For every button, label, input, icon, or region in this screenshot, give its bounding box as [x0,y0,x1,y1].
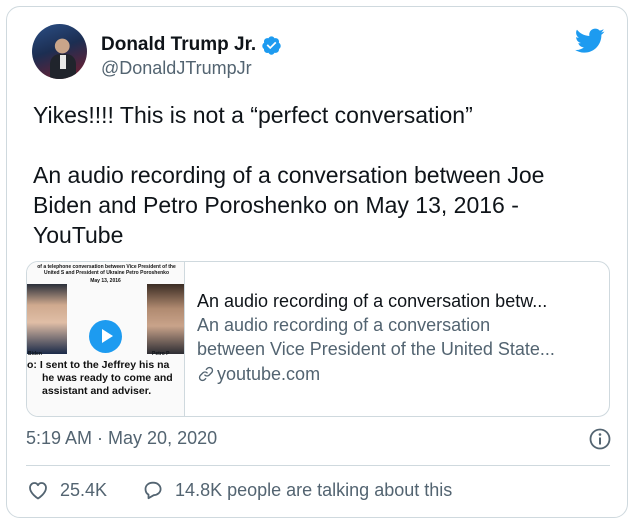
like-count: 25.4K [60,479,108,500]
thumbnail-label-right: Petro P [152,351,170,357]
author-name[interactable]: Donald Trump Jr. [101,34,256,56]
quote-line: o: I sent to the Jeffrey his na [27,359,170,371]
photo-left [27,284,67,354]
video-thumbnail[interactable]: of a telephone conversation between Vice… [27,262,185,416]
divider [26,465,610,466]
link-icon [198,366,214,382]
tweet-line: Biden and Petro Poroshenko on May 13, 20… [33,192,519,218]
tweet-line: YouTube [33,222,124,248]
tweet-line: An audio recording of a conversation bet… [33,162,545,188]
link-domain[interactable]: youtube.com [197,362,607,386]
avatar[interactable] [32,24,87,79]
thumbnail-label-left: Biden [28,351,42,357]
tweet-actions: 25.4K 14.8K people are talking about thi… [26,478,452,502]
reply-icon [144,481,162,500]
twitter-bird-icon[interactable] [575,28,605,54]
tweet-timestamp[interactable]: 5:19 AM · May 20, 2020 [26,428,217,449]
link-preview-card[interactable]: of a telephone conversation between Vice… [26,261,610,417]
link-info[interactable]: An audio recording of a conversation bet… [185,262,607,416]
link-description: An audio recording of a conversation bet… [197,313,607,361]
photo-right [147,284,184,354]
author-handle[interactable]: @DonaldJTrumpJr [101,58,252,79]
thumbnail-quote: o: I sent to the Jeffrey his na he was r… [27,359,184,398]
link-description-line: An audio recording of a conversation [197,315,491,335]
play-icon[interactable] [89,320,122,353]
author-name-row[interactable]: Donald Trump Jr. [101,34,282,56]
quote-line: assistant and adviser. [42,385,152,397]
info-icon[interactable] [588,427,612,451]
link-title[interactable]: An audio recording of a conversation bet… [197,289,607,313]
thumbnail-header: of a telephone conversation between Vice… [37,264,176,276]
heart-icon [29,482,47,500]
quote-line: he was ready to come and [42,372,173,384]
link-domain-text: youtube.com [217,364,321,384]
tweet-text: Yikes!!!! This is not a “perfect convers… [33,100,623,250]
conversation-button[interactable]: 14.8K people are talking about this [141,478,452,502]
talking-count: 14.8K people are talking about this [175,479,453,500]
verified-badge-icon [262,35,281,55]
like-button[interactable]: 25.4K [26,478,107,502]
link-description-line: between Vice President of the United Sta… [197,339,555,359]
tweet-line: Yikes!!!! This is not a “perfect convers… [33,102,473,128]
